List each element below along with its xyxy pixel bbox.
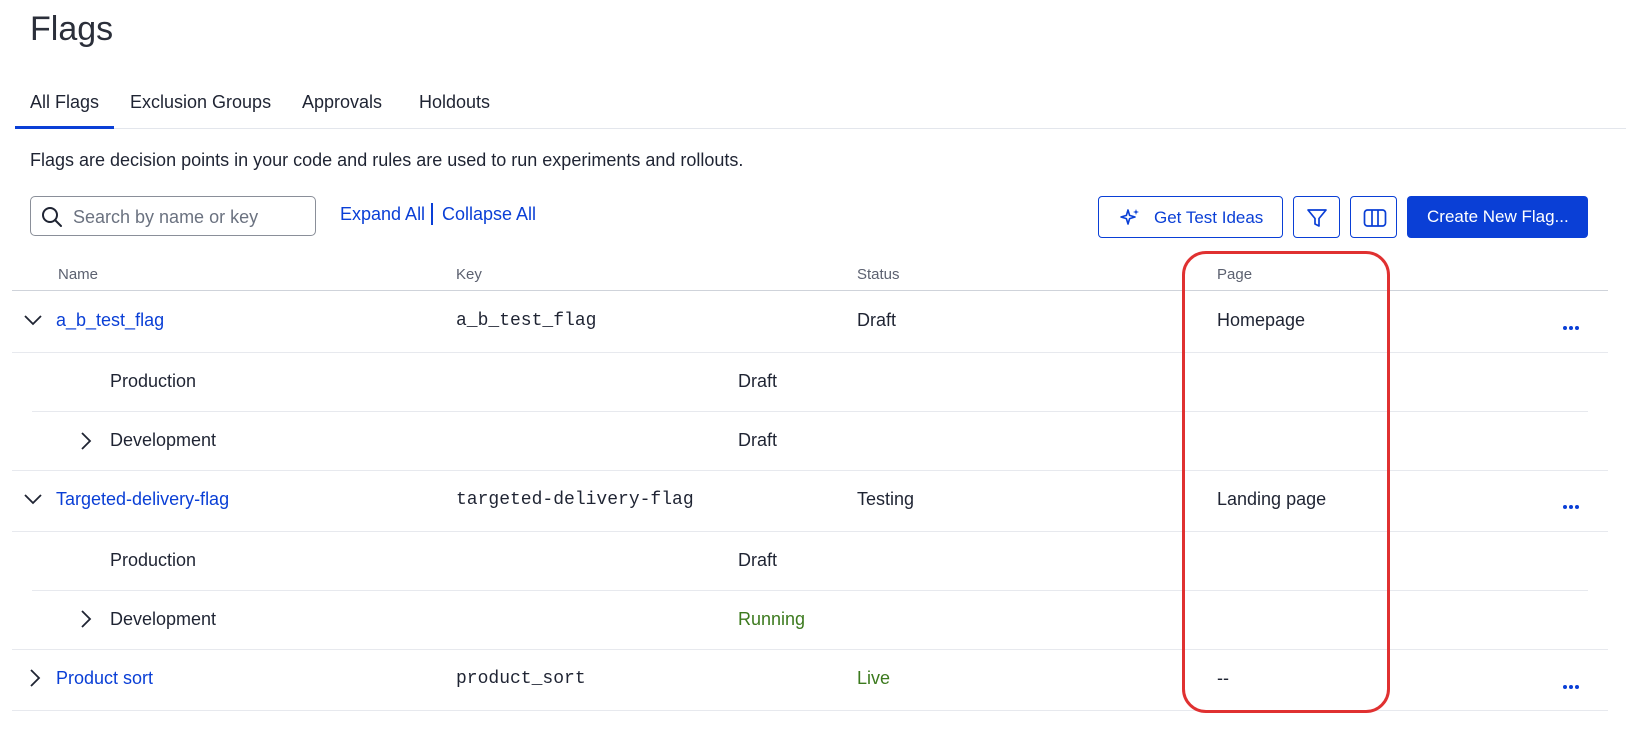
search-input[interactable] bbox=[71, 203, 305, 231]
chevron-down-icon[interactable] bbox=[23, 313, 43, 327]
row-divider bbox=[12, 710, 1608, 711]
filter-button[interactable] bbox=[1293, 196, 1340, 238]
flag-status: Draft bbox=[857, 310, 897, 330]
more-options-icon[interactable] bbox=[1563, 496, 1581, 514]
page-title: Flags bbox=[30, 10, 114, 48]
get-test-ideas-button[interactable]: Get Test Ideas bbox=[1098, 196, 1283, 238]
flag-page: -- bbox=[1217, 668, 1229, 688]
flag-status: Testing bbox=[857, 489, 915, 509]
column-header-page[interactable]: Page bbox=[1217, 266, 1252, 283]
expand-all-link[interactable]: Expand All bbox=[340, 204, 425, 225]
environment-name: Production bbox=[110, 371, 197, 391]
row-divider bbox=[12, 531, 1608, 532]
environment-name: Development bbox=[110, 609, 217, 629]
link-separator bbox=[431, 203, 433, 225]
collapse-all-link[interactable]: Collapse All bbox=[442, 204, 536, 225]
chevron-down-icon[interactable] bbox=[23, 492, 43, 506]
create-new-flag-label: Create New Flag... bbox=[1427, 207, 1569, 226]
tab-approvals[interactable]: Approvals bbox=[302, 92, 382, 113]
row-divider bbox=[32, 411, 1588, 412]
get-test-ideas-label: Get Test Ideas bbox=[1154, 208, 1264, 227]
page-description: Flags are decision points in your code a… bbox=[30, 150, 744, 170]
create-new-flag-button[interactable]: Create New Flag... bbox=[1407, 196, 1588, 238]
row-divider bbox=[12, 649, 1608, 650]
search-box bbox=[30, 196, 316, 236]
flag-name-link[interactable]: Targeted-delivery-flag bbox=[56, 489, 229, 510]
environment-name: Development bbox=[110, 430, 217, 450]
search-icon bbox=[42, 207, 62, 227]
column-header-key[interactable]: Key bbox=[456, 266, 482, 283]
flag-name-link[interactable]: Product sort bbox=[56, 668, 153, 689]
sparkle-icon bbox=[1120, 209, 1139, 225]
column-header-name[interactable]: Name bbox=[58, 266, 98, 283]
environment-status: Draft bbox=[738, 550, 778, 570]
tab-exclusion-groups[interactable]: Exclusion Groups bbox=[130, 92, 271, 113]
flag-name-link[interactable]: a_b_test_flag bbox=[56, 310, 164, 331]
environment-status: Draft bbox=[738, 430, 778, 450]
filter-icon bbox=[1307, 209, 1327, 227]
columns-icon bbox=[1363, 209, 1387, 227]
environment-name: Production bbox=[110, 550, 197, 570]
columns-button[interactable] bbox=[1350, 196, 1397, 238]
flag-status: Live bbox=[857, 668, 891, 688]
more-options-icon[interactable] bbox=[1563, 676, 1581, 694]
flag-page: Landing page bbox=[1217, 489, 1327, 509]
table-header-divider bbox=[12, 290, 1608, 291]
tab-all-flags[interactable]: All Flags bbox=[14, 92, 115, 129]
flag-page: Homepage bbox=[1217, 310, 1306, 330]
environment-status: Running bbox=[738, 609, 806, 629]
more-options-icon[interactable] bbox=[1563, 317, 1581, 335]
tab-holdouts[interactable]: Holdouts bbox=[419, 92, 490, 113]
row-divider bbox=[32, 590, 1588, 591]
tab-bar: All Flags Exclusion Groups Approvals Hol… bbox=[14, 86, 1626, 129]
flag-key: a_b_test_flag bbox=[456, 311, 597, 331]
column-header-status[interactable]: Status bbox=[857, 266, 900, 283]
chevron-right-icon[interactable] bbox=[79, 431, 93, 451]
flag-key: product_sort bbox=[456, 669, 586, 689]
chevron-right-icon[interactable] bbox=[28, 668, 42, 688]
row-divider bbox=[12, 470, 1608, 471]
chevron-right-icon[interactable] bbox=[79, 609, 93, 629]
row-divider bbox=[12, 352, 1608, 353]
environment-status: Draft bbox=[738, 371, 778, 391]
flag-key: targeted-delivery-flag bbox=[456, 490, 694, 510]
